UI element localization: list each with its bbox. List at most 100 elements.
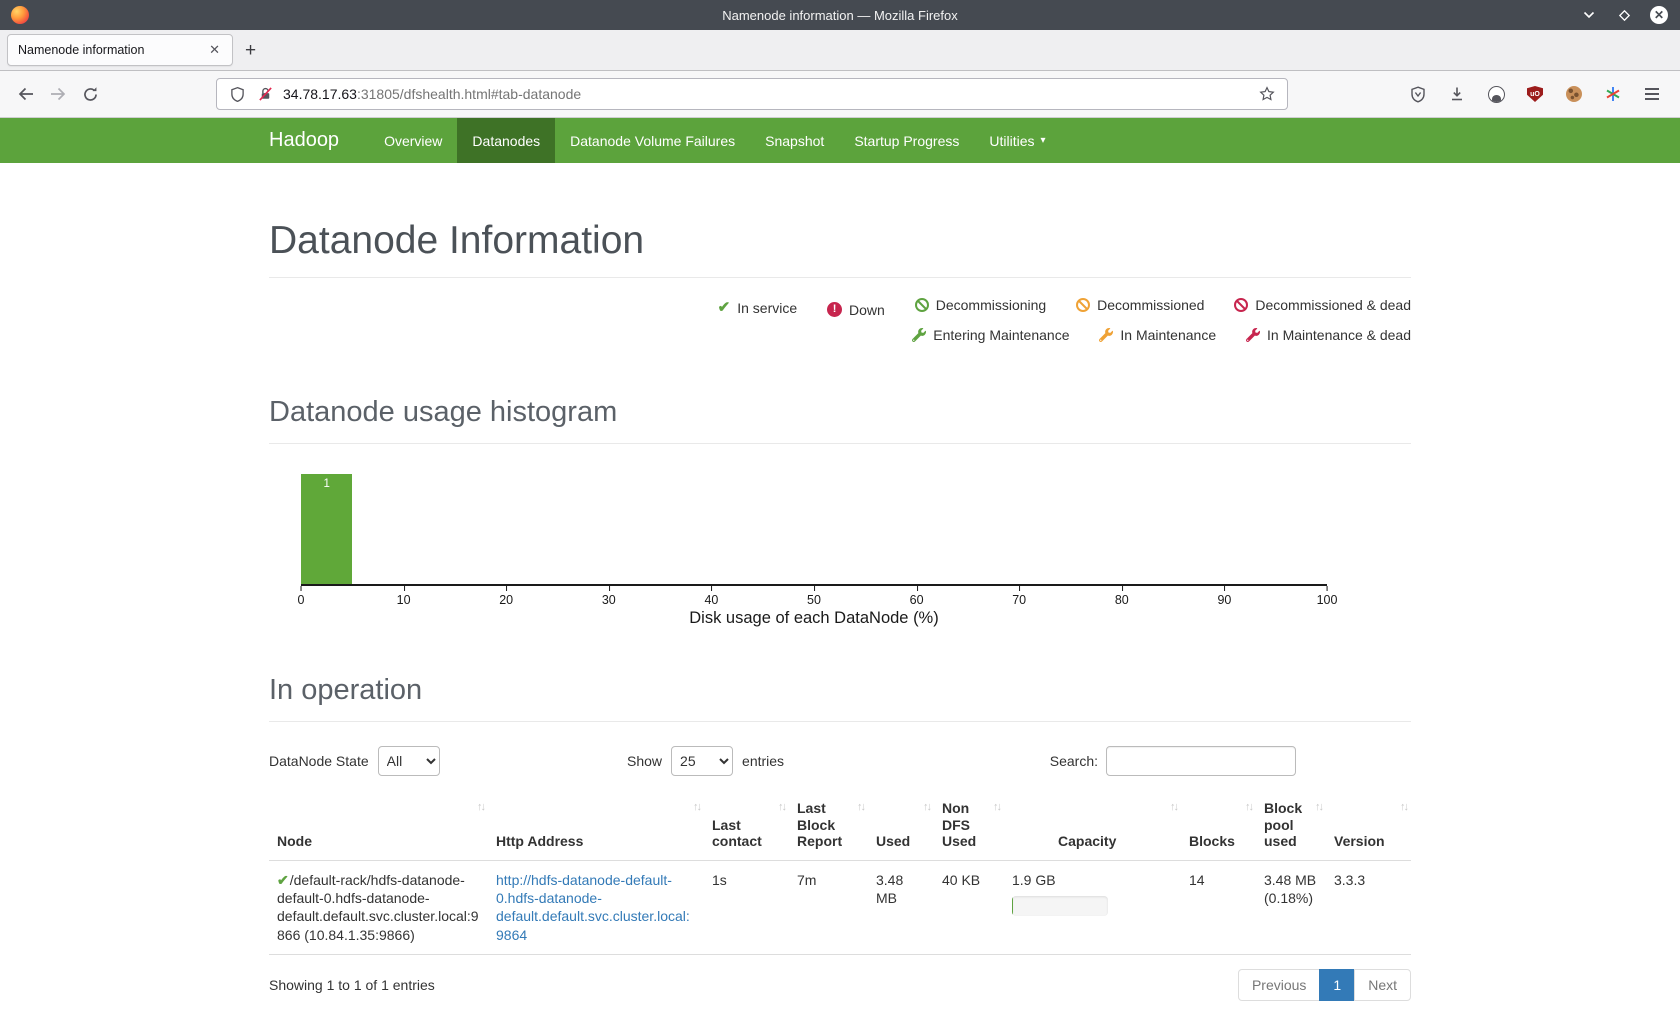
download-icon[interactable] xyxy=(1447,84,1467,104)
datanode-usage-histogram: 1 0 10 20 30 40 50 60 70 80 90 100 Disk … xyxy=(301,474,1327,628)
pagination: Previous 1 Next xyxy=(1238,969,1411,1001)
nav-item-overview[interactable]: Overview xyxy=(369,118,457,163)
section-title-histogram: Datanode usage histogram xyxy=(269,396,1411,429)
column-label: Block pool used xyxy=(1264,800,1302,849)
window-minimize-button[interactable] xyxy=(1580,6,1598,24)
histogram-plot-area: 1 xyxy=(301,474,1327,586)
table-row: ✔/default-rack/hdfs-datanode-default-0.h… xyxy=(269,860,1411,955)
nav-item-snapshot[interactable]: Snapshot xyxy=(750,118,839,163)
sort-icon: ↑↓ xyxy=(477,801,484,814)
nav-item-utilities[interactable]: Utilities▾ xyxy=(974,118,1060,163)
browser-toolbar: 34.78.17.63:31805/dfshealth.html#tab-dat… xyxy=(0,71,1680,118)
url-path: :31805/dfshealth.html#tab-datanode xyxy=(357,86,581,102)
multicolor-asterisk-extension-icon[interactable] xyxy=(1603,84,1623,104)
pagination-previous-button[interactable]: Previous xyxy=(1238,969,1320,1001)
cookie-extension-icon[interactable] xyxy=(1564,84,1584,104)
column-header-block-pool-used[interactable]: ↑↓Block pool used xyxy=(1256,796,1326,860)
sort-icon: ↑↓ xyxy=(693,801,700,814)
column-header-non-dfs-used[interactable]: ↑↓Non DFS Used xyxy=(934,796,1004,860)
column-label: Used xyxy=(876,833,910,849)
datanode-state-select[interactable]: All xyxy=(378,746,440,776)
cell-http-address: http://hdfs-datanode-default-0.hdfs-data… xyxy=(488,860,704,955)
legend-item-in-service: ✔In service xyxy=(718,293,798,323)
cell-blocks: 14 xyxy=(1181,860,1256,955)
divider xyxy=(269,721,1411,722)
new-tab-button[interactable]: + xyxy=(245,41,256,60)
column-header-version[interactable]: ↑↓ Version xyxy=(1326,796,1411,860)
column-header-http-address[interactable]: ↑↓ Http Address xyxy=(488,796,704,860)
legend-label: Down xyxy=(849,295,885,325)
cell-used: 3.48 MB xyxy=(868,860,934,955)
cell-non-dfs-used: 40 KB xyxy=(934,860,1004,955)
exclamation-circle-icon: ! xyxy=(827,302,842,317)
column-label: Version xyxy=(1334,833,1385,849)
forward-button[interactable] xyxy=(42,78,74,110)
table-header-row: ↑↓ Node ↑↓ Http Address ↑↓Last contact ↑↓L… xyxy=(269,796,1411,860)
sort-icon: ↑↓ xyxy=(1400,801,1407,814)
section-title-in-operation: In operation xyxy=(269,674,1411,707)
menu-icon[interactable] xyxy=(1642,84,1662,104)
browser-tab-bar: Namenode information ✕ + xyxy=(0,30,1680,71)
sort-icon: ↑↓ xyxy=(857,801,864,814)
wrench-icon xyxy=(1246,328,1260,342)
browser-tab[interactable]: Namenode information ✕ xyxy=(7,34,233,66)
profile-extension-icon[interactable] xyxy=(1486,84,1506,104)
window-close-button[interactable]: ✕ xyxy=(1650,6,1668,24)
x-tick: 50 xyxy=(807,586,821,607)
navbar-brand-hadoop[interactable]: Hadoop xyxy=(269,118,339,163)
column-header-capacity[interactable]: ↑↓Capacity xyxy=(1004,796,1181,860)
cell-last-block-report: 7m xyxy=(789,860,868,955)
search-input[interactable] xyxy=(1106,746,1296,776)
show-entries-select[interactable]: 25 xyxy=(671,746,733,776)
datanode-state-label: DataNode State xyxy=(269,753,369,769)
ban-circle-icon xyxy=(915,298,929,312)
x-tick: 80 xyxy=(1115,586,1129,607)
tracking-shield-icon[interactable] xyxy=(227,84,247,104)
column-label: Http Address xyxy=(496,833,583,849)
x-tick: 100 xyxy=(1317,586,1338,607)
legend-label: In Maintenance xyxy=(1120,320,1216,350)
url-host: 34.78.17.63 xyxy=(283,86,357,102)
status-legend: ✔In service ! Down Decommissioning Decomm… xyxy=(269,290,1411,350)
sort-icon: ↑↓ xyxy=(778,801,785,814)
account-shield-icon[interactable] xyxy=(1408,84,1428,104)
column-label: Node xyxy=(277,833,312,849)
cell-capacity: 1.9 GB xyxy=(1004,860,1181,955)
legend-item-entering-maintenance: Entering Maintenance xyxy=(912,320,1069,350)
divider xyxy=(269,443,1411,444)
tab-close-icon[interactable]: ✕ xyxy=(207,42,222,58)
reload-button[interactable] xyxy=(74,78,106,110)
sort-icon: ↑↓ xyxy=(1170,801,1177,814)
window-maximize-button[interactable] xyxy=(1615,6,1633,24)
column-label: Non DFS Used xyxy=(942,800,976,849)
nav-item-datanode-volume-failures[interactable]: Datanode Volume Failures xyxy=(555,118,750,163)
x-tick: 90 xyxy=(1217,586,1231,607)
legend-label: Decommissioned & dead xyxy=(1255,290,1411,320)
tab-title: Namenode information xyxy=(18,43,207,57)
sort-icon: ↑↓ xyxy=(923,801,930,814)
column-label: Blocks xyxy=(1189,833,1235,849)
column-header-node[interactable]: ↑↓ Node xyxy=(269,796,488,860)
column-header-blocks[interactable]: ↑↓Blocks xyxy=(1181,796,1256,860)
bookmark-star-icon[interactable] xyxy=(1257,84,1277,104)
legend-item-in-maintenance-dead: In Maintenance & dead xyxy=(1246,320,1411,350)
legend-label: In Maintenance & dead xyxy=(1267,320,1411,350)
nav-item-startup-progress[interactable]: Startup Progress xyxy=(839,118,974,163)
ublock-extension-icon[interactable]: uO xyxy=(1525,84,1545,104)
showing-entries-text: Showing 1 to 1 of 1 entries xyxy=(269,977,435,993)
http-address-link[interactable]: http://hdfs-datanode-default-0.hdfs-data… xyxy=(496,872,690,943)
column-header-last-block-report[interactable]: ↑↓Last Block Report xyxy=(789,796,868,860)
pagination-page-1-button[interactable]: 1 xyxy=(1319,969,1355,1001)
legend-label: Entering Maintenance xyxy=(933,320,1069,350)
ban-circle-icon xyxy=(1234,298,1248,312)
pagination-next-button[interactable]: Next xyxy=(1354,969,1411,1001)
legend-item-decommissioning: Decommissioning xyxy=(915,290,1046,320)
back-button[interactable] xyxy=(10,78,42,110)
cell-last-contact: 1s xyxy=(704,860,789,955)
ban-circle-icon xyxy=(1076,298,1090,312)
column-header-used[interactable]: ↑↓ Used xyxy=(868,796,934,860)
url-bar[interactable]: 34.78.17.63:31805/dfshealth.html#tab-dat… xyxy=(216,78,1288,110)
insecure-lock-icon[interactable] xyxy=(255,84,275,104)
nav-item-datanodes[interactable]: Datanodes xyxy=(457,118,555,163)
column-header-last-contact[interactable]: ↑↓Last contact xyxy=(704,796,789,860)
